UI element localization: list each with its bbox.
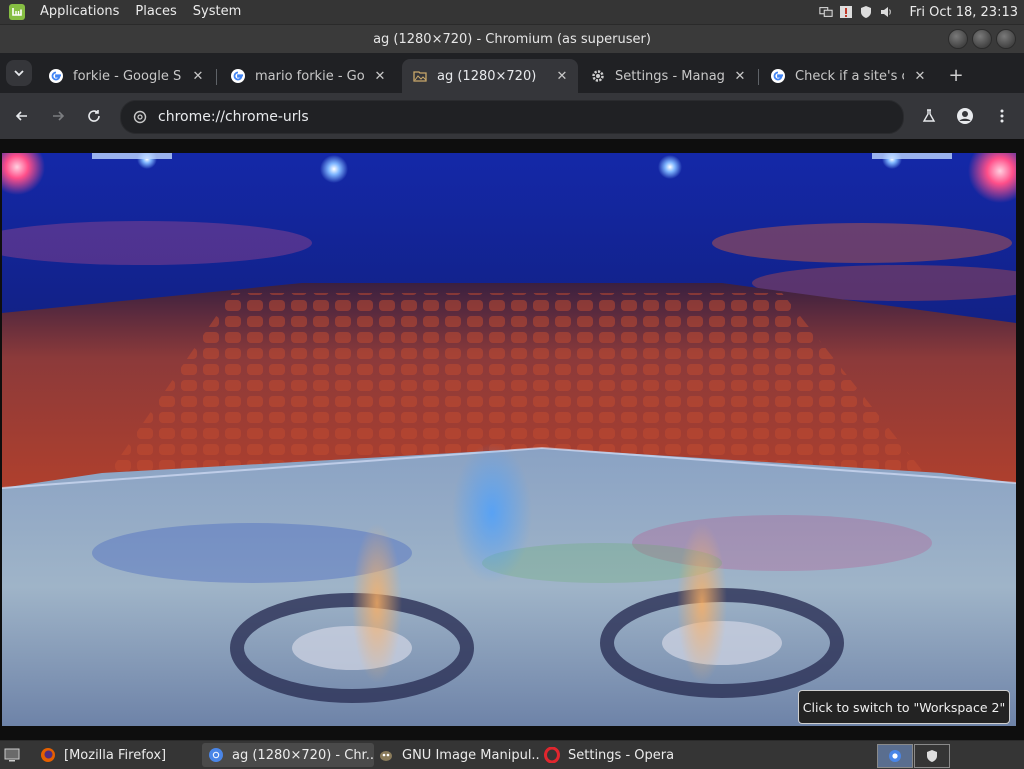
bottom-panel: [Mozilla Firefox] ag (1280×720) - Chr...… xyxy=(0,740,1024,769)
close-window-button[interactable] xyxy=(996,29,1016,49)
opera-icon xyxy=(544,747,560,763)
tab-search-button[interactable] xyxy=(6,60,32,86)
arrow-left-icon xyxy=(15,111,27,121)
address-bar[interactable]: chrome://chrome-urls xyxy=(120,100,904,134)
tab-title: ag (1280×720) xyxy=(437,68,537,84)
close-icon[interactable]: ✕ xyxy=(732,68,748,84)
theater-image xyxy=(2,153,1016,726)
page-content xyxy=(0,139,1024,740)
taskbar-item-gimp[interactable]: GNU Image Manipul... xyxy=(372,743,540,767)
plus-icon: + xyxy=(948,64,964,86)
desktop-icon xyxy=(4,747,20,763)
taskbar-item-firefox[interactable]: [Mozilla Firefox] xyxy=(34,743,200,767)
top-panel: Applications Places System Fri Oct 18, 2… xyxy=(0,0,1024,25)
tab-mario-forkie-search[interactable]: mario forkie - Google Search ✕ xyxy=(220,59,396,93)
tab-title: mario forkie - Google Search xyxy=(255,68,364,84)
workspace-1-button[interactable] xyxy=(877,744,913,768)
tab-check-site[interactable]: Check if a site's co ✕ xyxy=(760,59,936,93)
taskbar-item-opera[interactable]: Settings - Opera xyxy=(538,743,704,767)
task-label: [Mozilla Firefox] xyxy=(64,747,167,763)
close-icon[interactable]: ✕ xyxy=(912,68,928,84)
workspace-tooltip: Click to switch to "Workspace 2" xyxy=(798,690,1010,724)
workspace-2-button[interactable] xyxy=(914,744,950,768)
minimize-button[interactable] xyxy=(948,29,968,49)
clock[interactable]: Fri Oct 18, 23:13 xyxy=(909,5,1018,20)
flask-icon xyxy=(922,109,936,122)
gear-icon xyxy=(590,68,606,84)
back-button[interactable] xyxy=(10,104,34,128)
new-tab-button[interactable]: + xyxy=(946,64,966,86)
network-icon[interactable] xyxy=(819,5,834,19)
chrome-page-icon[interactable] xyxy=(132,109,148,125)
tab-ag-image[interactable]: ag (1280×720) ✕ xyxy=(402,59,578,93)
close-icon[interactable]: ✕ xyxy=(190,68,206,84)
reload-button[interactable] xyxy=(82,104,106,128)
volume-icon[interactable] xyxy=(879,5,893,19)
show-desktop-button[interactable] xyxy=(2,743,28,767)
window-titlebar[interactable]: ag (1280×720) - Chromium (as superuser) xyxy=(0,25,1024,53)
update-alert-icon[interactable] xyxy=(839,5,853,19)
maximize-button[interactable] xyxy=(972,29,992,49)
browser-toolbar: chrome://chrome-urls xyxy=(0,93,1024,139)
task-label: Settings - Opera xyxy=(568,747,675,763)
close-icon[interactable]: ✕ xyxy=(372,68,388,84)
tab-strip: forkie - Google Search ✕ mario forkie - … xyxy=(0,53,1024,93)
labs-button[interactable] xyxy=(917,104,941,128)
google-icon xyxy=(770,68,786,84)
reload-icon xyxy=(88,110,100,122)
tab-settings-manage[interactable]: Settings - Manage ✕ xyxy=(580,59,756,93)
tab-divider xyxy=(216,69,217,85)
menu-system[interactable]: System xyxy=(185,0,249,24)
mint-menu-icon[interactable] xyxy=(8,3,26,21)
chevron-down-icon xyxy=(13,64,25,83)
tooltip-text: Click to switch to "Workspace 2" xyxy=(802,699,1006,715)
menu-button[interactable] xyxy=(990,104,1014,128)
gimp-icon xyxy=(378,747,394,763)
profile-button[interactable] xyxy=(953,104,977,128)
firefox-icon xyxy=(40,747,56,763)
tab-divider xyxy=(758,69,759,85)
profile-icon xyxy=(957,108,973,124)
menu-places[interactable]: Places xyxy=(127,0,184,24)
window-title: ag (1280×720) - Chromium (as superuser) xyxy=(373,31,651,47)
tab-title: Check if a site's co xyxy=(795,68,904,84)
tab-title: Settings - Manage xyxy=(615,68,724,84)
arrow-right-icon xyxy=(53,111,65,121)
taskbar-item-chromium[interactable]: ag (1280×720) - Chr... xyxy=(202,743,374,767)
task-label: ag (1280×720) - Chr... xyxy=(232,747,374,763)
kebab-menu-icon xyxy=(1000,109,1004,123)
tab-forkie-search[interactable]: forkie - Google Search ✕ xyxy=(38,59,214,93)
shield-icon[interactable] xyxy=(859,5,873,19)
chromium-icon xyxy=(889,750,901,762)
url-text: chrome://chrome-urls xyxy=(158,109,309,125)
menu-applications[interactable]: Applications xyxy=(32,0,127,24)
tab-title: forkie - Google Search xyxy=(73,68,182,84)
google-icon xyxy=(230,68,246,84)
window-controls xyxy=(948,29,1016,49)
forward-button[interactable] xyxy=(46,104,70,128)
system-tray: Fri Oct 18, 23:13 xyxy=(819,0,1018,24)
shield-icon xyxy=(927,750,937,762)
chromium-icon xyxy=(208,747,224,763)
google-icon xyxy=(48,68,64,84)
task-label: GNU Image Manipul... xyxy=(402,747,540,763)
close-icon[interactable]: ✕ xyxy=(554,68,570,84)
image-file-icon xyxy=(412,68,428,84)
